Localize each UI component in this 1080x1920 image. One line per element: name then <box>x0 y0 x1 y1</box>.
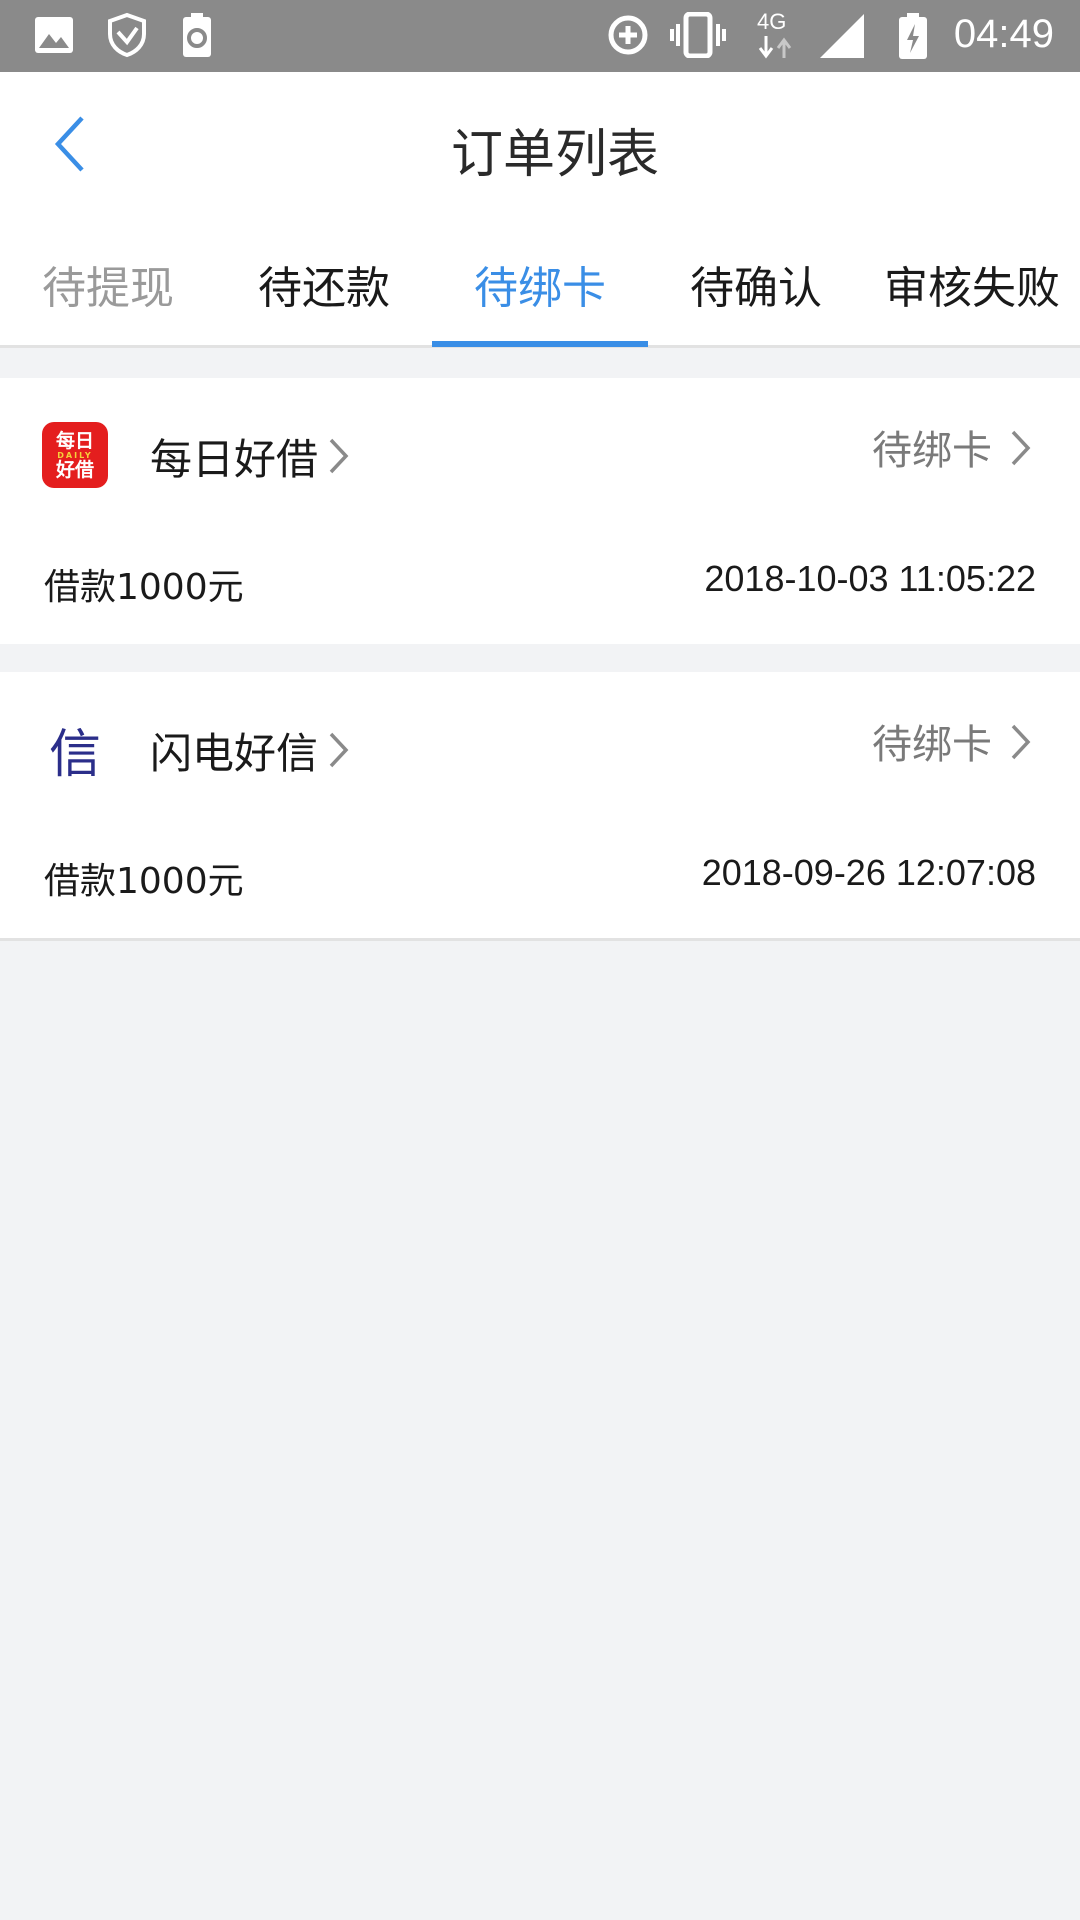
tab-bar: 待提现 待还款 待绑卡 待确认 审核失败 <box>0 220 1080 348</box>
loan-amount: 借款1000元 <box>44 861 244 902</box>
order-card[interactable]: 信 闪电好信 待绑卡 借款1000元 2018-09-26 12:07:08 <box>0 672 1080 938</box>
clock: 04:49 <box>953 12 1054 56</box>
chevron-right-icon <box>1011 724 1031 760</box>
battery-charging-icon <box>899 13 927 59</box>
tab-pending-confirmation[interactable]: 待确认 <box>648 220 864 348</box>
logo-text: 好借 <box>55 458 94 481</box>
vibrate-icon <box>670 12 726 58</box>
lender-name[interactable]: 每日好借 <box>150 426 318 487</box>
image-icon <box>35 17 73 53</box>
active-tab-indicator <box>432 341 648 347</box>
battery-saver-icon <box>183 13 211 57</box>
chevron-right-icon <box>329 732 349 768</box>
chevron-right-icon <box>1011 430 1031 466</box>
lender-name[interactable]: 闪电好信 <box>150 720 318 781</box>
loan-amount: 借款1000元 <box>44 567 244 608</box>
order-status: 待绑卡 <box>872 428 992 474</box>
signal-icon <box>820 14 864 58</box>
tab-pending-withdrawal[interactable]: 待提现 <box>0 220 216 348</box>
app-header: 订单列表 <box>0 72 1080 220</box>
tab-review-failed[interactable]: 审核失败 <box>864 220 1080 348</box>
order-status: 待绑卡 <box>872 722 992 768</box>
order-date: 2018-10-03 11:05:22 <box>704 558 1036 599</box>
page-title: 订单列表 <box>450 125 659 185</box>
tab-pending-card-binding[interactable]: 待绑卡 <box>432 220 648 348</box>
chevron-right-icon <box>329 438 349 474</box>
lender-logo: 信 <box>42 716 108 784</box>
status-bar: 4G 04:49 <box>0 0 1080 72</box>
order-card[interactable]: 每日 DAILY 好借 每日好借 待绑卡 借款1000元 2018-10-03 … <box>0 378 1080 644</box>
sync-icon <box>608 15 648 55</box>
list-divider <box>0 938 1080 941</box>
logo-text: 信 <box>48 726 101 784</box>
shield-icon <box>108 12 146 58</box>
tab-pending-repayment[interactable]: 待还款 <box>216 220 432 348</box>
logo-text: 每日 <box>55 429 94 452</box>
lender-logo: 每日 DAILY 好借 <box>42 422 108 488</box>
network-type-label: 4G <box>757 9 787 34</box>
order-date: 2018-09-26 12:07:08 <box>701 852 1036 893</box>
data-arrows-icon <box>758 36 792 59</box>
